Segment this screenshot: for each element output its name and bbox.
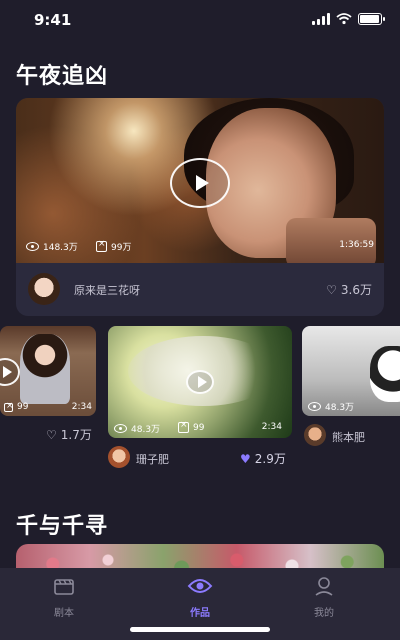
play-icon: [2, 366, 12, 378]
tab-label: 我的: [314, 608, 334, 619]
views-count: 99: [17, 402, 29, 412]
film-icon: [96, 239, 107, 252]
play-button[interactable]: [186, 370, 214, 394]
views-stat: 148.3万: [26, 240, 78, 253]
views-count: 148.3万: [43, 243, 78, 253]
status-time: 9:41: [34, 11, 72, 29]
clapperboard-icon: [54, 579, 74, 595]
video-card[interactable]: 48.3万 99 2:34: [108, 326, 292, 438]
clips-count: 99: [193, 422, 205, 433]
avatar[interactable]: [108, 446, 130, 468]
home-indicator: [130, 627, 270, 632]
tab-script[interactable]: 剧本: [34, 576, 94, 619]
eye-icon: [114, 424, 127, 433]
like-count: 2.9万: [254, 452, 286, 466]
author-name[interactable]: 熊本肥: [332, 429, 365, 445]
like-count: 1.7万: [60, 428, 92, 442]
clips-stat: 99: [178, 420, 205, 433]
duration: 2:34: [71, 402, 92, 412]
card-footer: 原来是三花呀 ♡ 3.6万: [16, 263, 384, 316]
status-icons: [312, 13, 385, 25]
author-name[interactable]: 珊子肥: [136, 451, 169, 467]
video-card[interactable]: 48.3万: [302, 326, 400, 416]
views-stat: 99: [4, 401, 29, 412]
duration: 2:34: [261, 422, 282, 432]
views-stat: 48.3万: [114, 422, 160, 435]
clips-stat: 99万: [96, 239, 132, 253]
wifi-icon: [336, 13, 352, 25]
tab-label: 作品: [190, 608, 210, 619]
duration: 1:36:59: [339, 240, 374, 250]
thumbnail-cartoon: [370, 346, 400, 402]
signal-icon: [312, 13, 330, 25]
featured-video-card[interactable]: 148.3万 99万 1:36:59 原来是三花呀 ♡ 3.6万: [16, 98, 384, 316]
views-count: 48.3万: [131, 425, 161, 435]
play-button[interactable]: [0, 358, 20, 386]
eye-icon: [187, 579, 213, 593]
eye-icon: [308, 402, 321, 411]
like-button[interactable]: ♡ 1.7万: [46, 426, 92, 443]
film-icon: [4, 401, 14, 412]
heart-icon: ♡: [46, 427, 57, 442]
thumbnail-person: [20, 334, 70, 404]
avatar[interactable]: [304, 424, 326, 446]
like-button[interactable]: ♡ 3.6万: [326, 281, 372, 298]
eye-icon: [26, 242, 39, 251]
like-count: 3.6万: [340, 283, 372, 297]
user-icon: [315, 577, 333, 596]
views-stat: 48.3万: [308, 400, 354, 413]
views-count: 48.3万: [325, 403, 355, 413]
like-button[interactable]: ♥ 2.9万: [240, 450, 286, 467]
clips-count: 99万: [111, 243, 132, 253]
section-title: 千与千寻: [16, 514, 109, 539]
video-card[interactable]: 99 2:34: [0, 326, 96, 416]
play-icon: [197, 376, 207, 388]
heart-icon: ♡: [326, 282, 337, 297]
author-name[interactable]: 原来是三花呀: [74, 282, 140, 298]
tab-works[interactable]: 作品: [170, 576, 230, 619]
tab-label: 剧本: [54, 608, 74, 619]
play-button[interactable]: [170, 158, 230, 208]
avatar[interactable]: [28, 273, 60, 305]
section-title: 午夜追凶: [16, 64, 109, 89]
status-bar: 9:41: [0, 0, 400, 40]
battery-icon: [358, 13, 385, 25]
film-icon: [178, 420, 189, 433]
tab-mine[interactable]: 我的: [294, 576, 354, 619]
video-thumbnail[interactable]: 148.3万 99万 1:36:59: [16, 98, 384, 263]
play-icon: [195, 175, 209, 191]
heart-filled-icon: ♥: [240, 451, 251, 466]
